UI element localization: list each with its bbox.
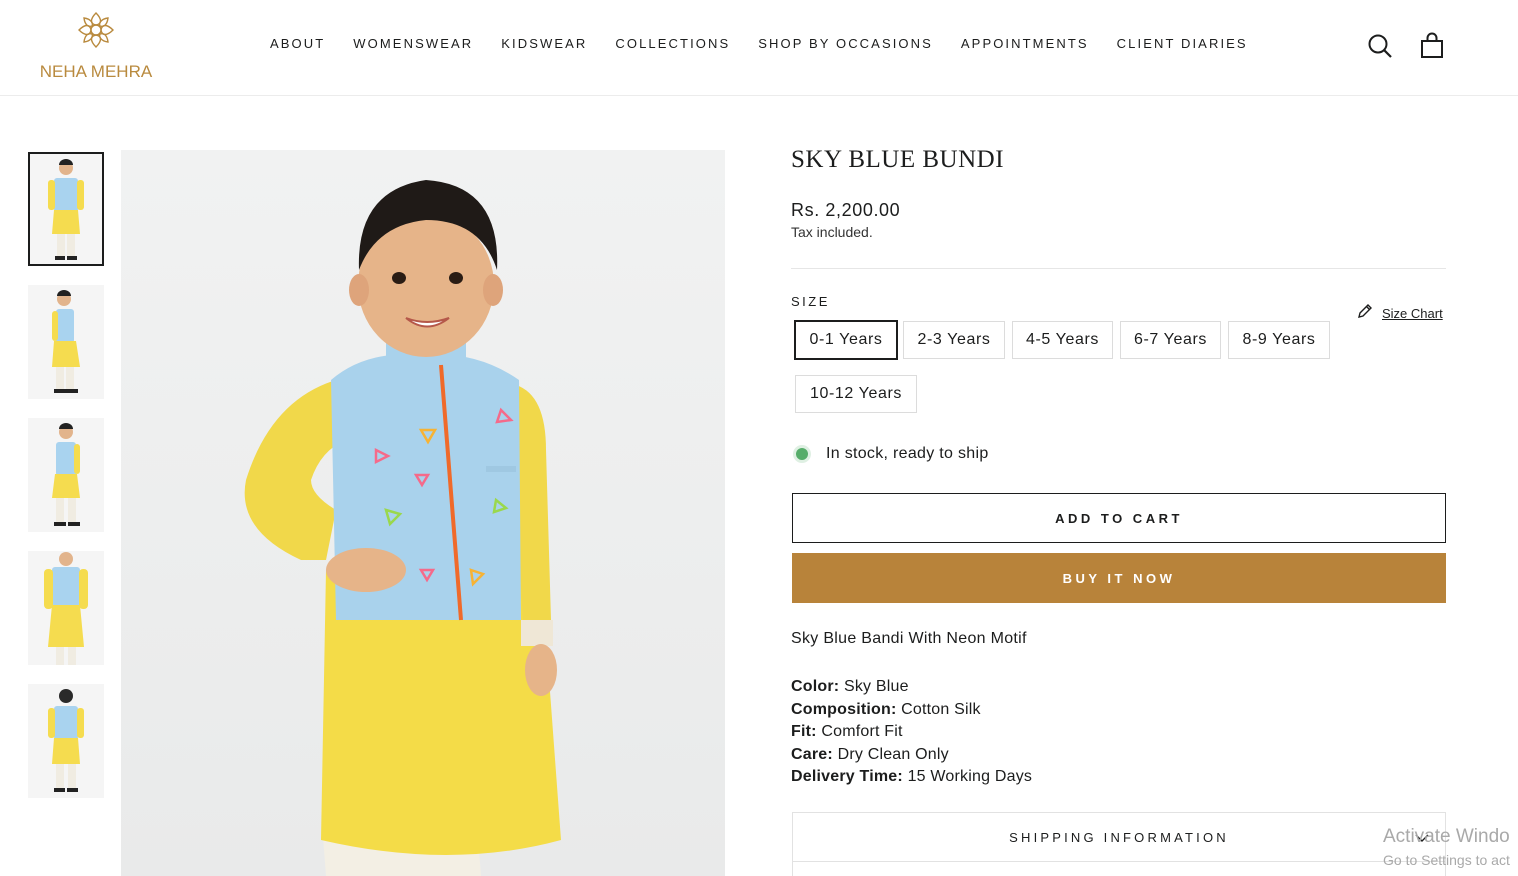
detail-key: Care: xyxy=(791,745,833,763)
product-thumbnail-2[interactable] xyxy=(28,285,104,399)
accordion-label: SHIPPING INFORMATION xyxy=(1009,829,1229,845)
nav-item-about[interactable]: ABOUT xyxy=(270,36,325,54)
product-main-image[interactable] xyxy=(121,150,725,876)
product-thumbnail-4[interactable] xyxy=(28,551,104,665)
size-option-6-7-years[interactable]: 6-7 Years xyxy=(1120,321,1221,359)
tax-note: Tax included. xyxy=(791,224,873,240)
accordion-lower-edge xyxy=(792,862,1446,876)
detail-value: Sky Blue xyxy=(843,678,909,695)
stock-text: In stock, ready to ship xyxy=(826,445,989,462)
stock-indicator-dot xyxy=(796,448,808,460)
nav-item-appointments[interactable]: APPOINTMENTS xyxy=(961,36,1089,54)
stock-status: In stock, ready to ship xyxy=(796,445,989,463)
detail-row-fit: Fit: Comfort Fit xyxy=(791,721,1032,744)
size-option-2-3-years[interactable]: 2-3 Years xyxy=(903,321,1005,359)
add-to-cart-button[interactable]: ADD TO CART xyxy=(792,493,1446,543)
detail-value: Comfort Fit xyxy=(821,723,903,740)
divider xyxy=(791,268,1446,269)
detail-value: Dry Clean Only xyxy=(837,745,949,763)
shipping-information-accordion[interactable]: SHIPPING INFORMATION xyxy=(792,812,1446,862)
nav-item-client-diaries[interactable]: CLIENT DIARIES xyxy=(1117,36,1248,54)
product-description: Sky Blue Bandi With Neon Motif xyxy=(791,630,1027,647)
nav-item-womenswear[interactable]: WOMENSWEAR xyxy=(353,36,473,54)
detail-row-color: Color: Sky Blue xyxy=(791,676,1032,699)
detail-row-delivery-time: Delivery Time: 15 Working Days xyxy=(791,766,1032,789)
size-option-4-5-years[interactable]: 4-5 Years xyxy=(1012,321,1113,359)
size-option-0-1-years[interactable]: 0-1 Years xyxy=(794,320,898,360)
product-price: Rs. 2,200.00 xyxy=(791,200,901,220)
size-label: SIZE xyxy=(791,294,830,309)
detail-key: Composition: xyxy=(791,700,897,718)
cart-icon[interactable] xyxy=(1418,32,1446,60)
search-icon[interactable] xyxy=(1366,32,1394,60)
nav-item-collections[interactable]: COLLECTIONS xyxy=(615,36,730,54)
brand-logo[interactable]: NEHA MEHRA xyxy=(34,10,158,84)
os-activation-watermark: Activate Windo xyxy=(1383,826,1510,847)
brand-name: NEHA MEHRA xyxy=(39,62,153,81)
detail-value: 15 Working Days xyxy=(907,768,1033,785)
detail-row-composition: Composition: Cotton Silk xyxy=(791,699,1032,722)
detail-key: Delivery Time: xyxy=(791,768,903,785)
product-title: SKY BLUE BUNDI xyxy=(791,146,1005,173)
size-chart-label: Size Chart xyxy=(1382,306,1443,321)
detail-value: Cotton Silk xyxy=(901,700,981,718)
size-chart-link[interactable]: Size Chart xyxy=(1356,302,1443,325)
detail-row-care: Care: Dry Clean Only xyxy=(791,744,1032,767)
site-header: NEHA MEHRA ABOUT WOMENSWEAR KIDSWEAR COL… xyxy=(0,0,1518,96)
main-nav: ABOUT WOMENSWEAR KIDSWEAR COLLECTIONS SH… xyxy=(256,36,1262,54)
product-details: Color: Sky Blue Composition: Cotton Silk… xyxy=(791,676,1032,789)
detail-key: Fit: xyxy=(791,723,817,740)
nav-item-kidswear[interactable]: KIDSWEAR xyxy=(501,36,587,54)
product-thumbnail-1[interactable] xyxy=(28,152,104,266)
pencil-icon xyxy=(1356,302,1374,325)
nav-item-shop-by-occasions[interactable]: SHOP BY OCCASIONS xyxy=(758,36,933,54)
detail-key: Color: xyxy=(791,678,840,695)
size-option-10-12-years[interactable]: 10-12 Years xyxy=(795,375,917,413)
buy-it-now-button[interactable]: BUY IT NOW xyxy=(792,553,1446,603)
size-option-8-9-years[interactable]: 8-9 Years xyxy=(1228,321,1330,359)
os-activation-watermark-sub: Go to Settings to act xyxy=(1383,852,1510,868)
mandala-logo-icon xyxy=(78,12,114,48)
product-thumbnail-3[interactable] xyxy=(28,418,104,532)
product-thumbnail-5[interactable] xyxy=(28,684,104,798)
